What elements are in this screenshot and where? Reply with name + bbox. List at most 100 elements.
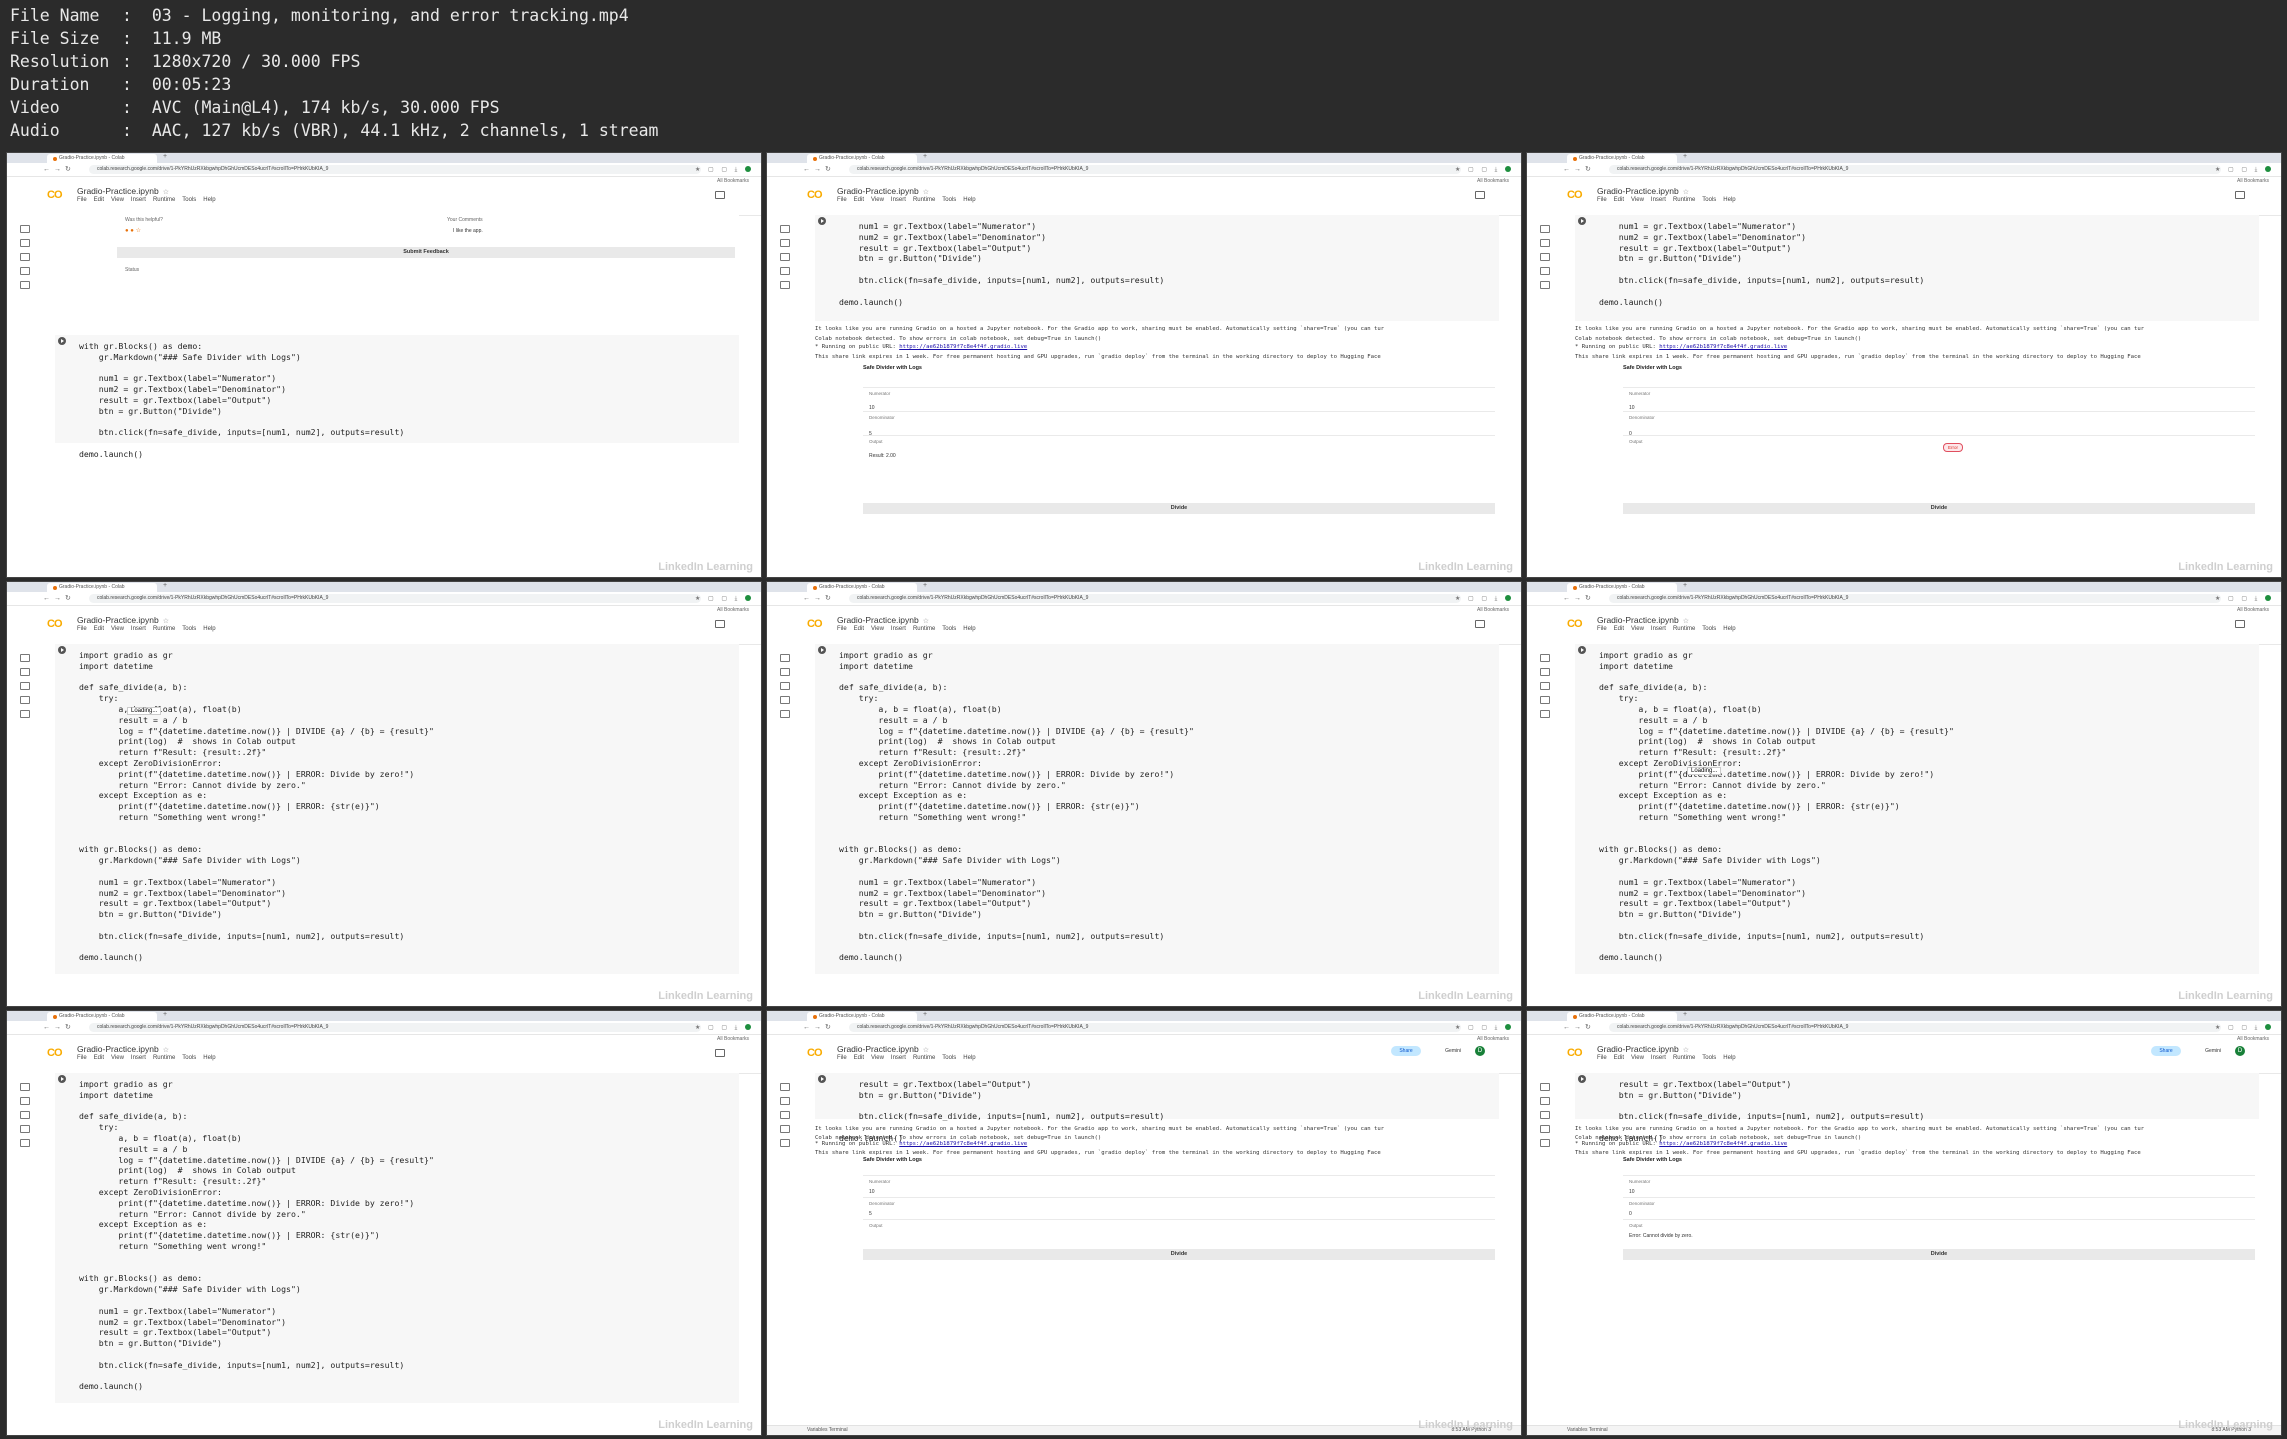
menu-item-view[interactable]: View [111,197,124,203]
menu-item-edit[interactable]: Edit [94,197,104,203]
notebook-title[interactable]: Gradio-Practice.ipynb ☆ [837,615,929,625]
menu-item-view[interactable]: View [871,626,884,632]
nav-buttons-icon[interactable]: ←→↻ [1563,165,1595,173]
folder-icon[interactable] [1540,281,1550,289]
search-icon[interactable] [1540,1097,1550,1105]
code-icon[interactable] [20,1111,30,1119]
browser-tab[interactable]: Gradio-Practice.ipynb - Colab [47,1012,157,1021]
profile-avatar[interactable] [1505,595,1511,602]
divide-button[interactable]: Divide [863,1249,1495,1260]
menu-item-edit[interactable]: Edit [1614,197,1624,203]
numerator-input[interactable]: 10 [869,1189,875,1195]
menu-item-runtime[interactable]: Runtime [153,197,175,203]
public-url-link[interactable]: https://ae62b1879f7c8e4f4f.gradio.live [899,344,1027,350]
notebook-title[interactable]: Gradio-Practice.ipynb ☆ [837,1044,929,1054]
key-icon[interactable] [780,696,790,704]
output-textbox[interactable]: Error: Cannot divide by zero. [1629,1233,1693,1239]
denominator-input[interactable]: 5 [869,1211,872,1217]
menu-item-tools[interactable]: Tools [942,197,956,203]
code-icon[interactable] [20,682,30,690]
nav-buttons-icon[interactable]: ←→↻ [1563,594,1595,602]
extensions-icon[interactable]: ★ ▢ ▢ ⤓ [2215,166,2271,174]
code-icon[interactable] [780,1111,790,1119]
menu-item-runtime[interactable]: Runtime [153,1055,175,1061]
address-bar[interactable]: colab.research.google.com/drive/1-PkYRhU… [849,594,1461,603]
status-left[interactable]: Variables Terminal [1567,1427,1608,1433]
menu-item-runtime[interactable]: Runtime [153,626,175,632]
menu-item-insert[interactable]: Insert [131,1055,146,1061]
numerator-input[interactable]: 10 [869,405,875,411]
menu-item-edit[interactable]: Edit [94,1055,104,1061]
share-button[interactable]: Share [1391,1046,1421,1056]
toc-icon[interactable] [20,225,30,233]
gemini-button[interactable]: Gemini [1445,1048,1461,1054]
menu-item-file[interactable]: File [837,1055,847,1061]
rating-icons[interactable]: ● ● ☆ [125,227,141,234]
comment-icon[interactable] [715,191,725,199]
star-icon[interactable]: ☆ [923,1047,929,1054]
menu-item-edit[interactable]: Edit [1614,1055,1624,1061]
new-tab-icon[interactable]: + [163,153,167,160]
comment-icon[interactable] [715,1049,725,1057]
key-icon[interactable] [1540,267,1550,275]
menu-item-insert[interactable]: Insert [891,1055,906,1061]
notebook-title[interactable]: Gradio-Practice.ipynb ☆ [837,186,929,196]
code-cell[interactable]: import gradio as gr import datetime def … [1575,644,2259,974]
extensions-icon[interactable]: ★ ▢ ▢ ⤓ [695,595,751,603]
code-cell[interactable]: result = gr.Textbox(label="Output") btn … [815,1073,1499,1143]
denominator-input[interactable]: 5 [869,431,872,437]
toc-icon[interactable] [780,225,790,233]
new-tab-icon[interactable]: + [163,582,167,589]
menu-item-help[interactable]: Help [963,1055,975,1061]
run-cell-icon[interactable] [1578,646,1586,654]
code-cell[interactable]: with gr.Blocks() as demo: gr.Markdown("#… [55,335,739,459]
browser-tab[interactable]: Gradio-Practice.ipynb - Colab [807,583,917,592]
new-tab-icon[interactable]: + [163,1011,167,1018]
toc-icon[interactable] [1540,1083,1550,1091]
menu-item-help[interactable]: Help [963,626,975,632]
key-icon[interactable] [20,1125,30,1133]
folder-icon[interactable] [780,1139,790,1147]
star-icon[interactable]: ☆ [1683,1047,1689,1054]
nav-buttons-icon[interactable]: ←→↻ [1563,1023,1595,1031]
address-bar[interactable]: colab.research.google.com/drive/1-PkYRhU… [89,1023,701,1032]
code-icon[interactable] [1540,253,1550,261]
public-url-link[interactable]: https://ae62b1879f7c8e4f4f.gradio.live [899,1141,1027,1147]
run-cell-icon[interactable] [58,646,66,654]
menu-item-view[interactable]: View [1631,1055,1644,1061]
extensions-icon[interactable]: ★ ▢ ▢ ⤓ [1455,166,1511,174]
toc-icon[interactable] [780,654,790,662]
run-cell-icon[interactable] [818,646,826,654]
profile-avatar[interactable] [1505,1024,1511,1031]
menu-item-runtime[interactable]: Runtime [913,197,935,203]
menu-item-tools[interactable]: Tools [1702,626,1716,632]
code-cell[interactable]: import gradio as gr import datetime def … [55,1073,739,1403]
output-textbox[interactable]: Result: 2.00 [869,453,896,459]
menu-item-help[interactable]: Help [1723,197,1735,203]
profile-avatar[interactable] [2265,1024,2271,1031]
code-icon[interactable] [20,253,30,261]
star-icon[interactable]: ☆ [163,618,169,625]
nav-buttons-icon[interactable]: ←→↻ [43,165,75,173]
star-icon[interactable]: ☆ [163,1047,169,1054]
divide-button[interactable]: Divide [863,503,1495,514]
menu-item-tools[interactable]: Tools [182,197,196,203]
comment-icon[interactable] [2235,191,2245,199]
menu-item-runtime[interactable]: Runtime [913,1055,935,1061]
public-url-link[interactable]: https://ae62b1879f7c8e4f4f.gradio.live [1659,344,1787,350]
code-text[interactable]: num1 = gr.Textbox(label="Numerator") num… [839,221,1164,307]
menu-item-runtime[interactable]: Runtime [1673,1055,1695,1061]
folder-icon[interactable] [20,1139,30,1147]
menu-item-view[interactable]: View [871,197,884,203]
address-bar[interactable]: colab.research.google.com/drive/1-PkYRhU… [1609,1023,2221,1032]
menu-item-tools[interactable]: Tools [942,626,956,632]
numerator-input[interactable]: 10 [1629,1189,1635,1195]
comment-icon[interactable] [1475,620,1485,628]
notebook-title[interactable]: Gradio-Practice.ipynb ☆ [1597,615,1689,625]
search-icon[interactable] [780,239,790,247]
extensions-icon[interactable]: ★ ▢ ▢ ⤓ [2215,1024,2271,1032]
menu-item-tools[interactable]: Tools [1702,197,1716,203]
comment-icon[interactable] [1475,191,1485,199]
code-icon[interactable] [1540,1111,1550,1119]
menu-item-edit[interactable]: Edit [1614,626,1624,632]
